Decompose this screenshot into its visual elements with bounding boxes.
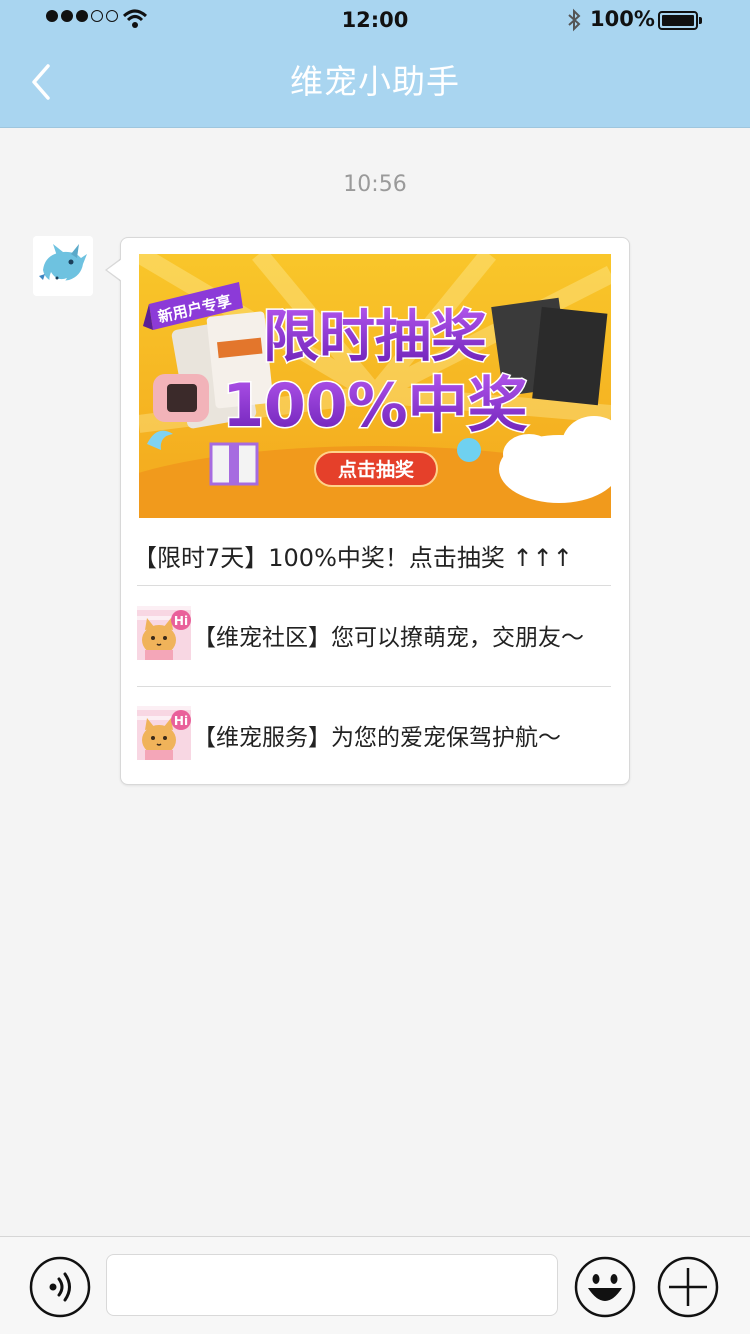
- svg-text:Hi: Hi: [174, 714, 188, 728]
- community-link-label: 【维宠社区】您可以撩萌宠，交朋友～: [193, 625, 584, 651]
- status-bar: 12:00 100%: [0, 0, 750, 42]
- promo-banner[interactable]: 限时抽奖 100%中奖 新用户专享 点击抽奖: [139, 254, 611, 518]
- svg-text:Hi: Hi: [174, 614, 188, 628]
- service-link[interactable]: Hi 【维宠服务】为您的爱宠保驾护航～: [137, 706, 611, 762]
- pet-mascot-icon: [33, 236, 93, 296]
- voice-input-icon[interactable]: [29, 1256, 91, 1318]
- assistant-avatar[interactable]: [33, 236, 93, 296]
- battery-percentage: 100%: [590, 7, 655, 31]
- chat-input-bar: [0, 1236, 750, 1334]
- app-header: 12:00 100% 维宠小助手: [0, 0, 750, 128]
- banner-title-line1: 限时抽奖: [263, 305, 487, 370]
- add-attachment-icon[interactable]: [657, 1256, 719, 1318]
- page-title: 维宠小助手: [290, 62, 460, 101]
- service-link-label: 【维宠服务】为您的爱宠保驾护航～: [193, 725, 561, 751]
- divider: [137, 585, 611, 586]
- message-timestamp: 10:56: [343, 172, 407, 197]
- banner-title-line2: 100%中奖: [222, 371, 527, 441]
- promo-headline-link[interactable]: 【限时7天】100%中奖！点击抽奖 ↑↑↑: [133, 538, 613, 573]
- bubble-tail-inner: [107, 259, 122, 281]
- message-card: 限时抽奖 100%中奖 新用户专享 点击抽奖 【限时7天】100%中奖！点击抽奖…: [120, 237, 630, 785]
- divider: [137, 686, 611, 687]
- cat-hi-icon: Hi: [137, 706, 191, 760]
- message-input[interactable]: [106, 1254, 558, 1316]
- emoji-icon[interactable]: [574, 1256, 636, 1318]
- battery-icon: [658, 11, 702, 30]
- bluetooth-icon: [568, 8, 581, 32]
- banner-draw-button[interactable]: 点击抽奖: [338, 458, 415, 481]
- cat-hi-icon: Hi: [137, 606, 191, 660]
- community-link[interactable]: Hi 【维宠社区】您可以撩萌宠，交朋友～: [137, 606, 611, 662]
